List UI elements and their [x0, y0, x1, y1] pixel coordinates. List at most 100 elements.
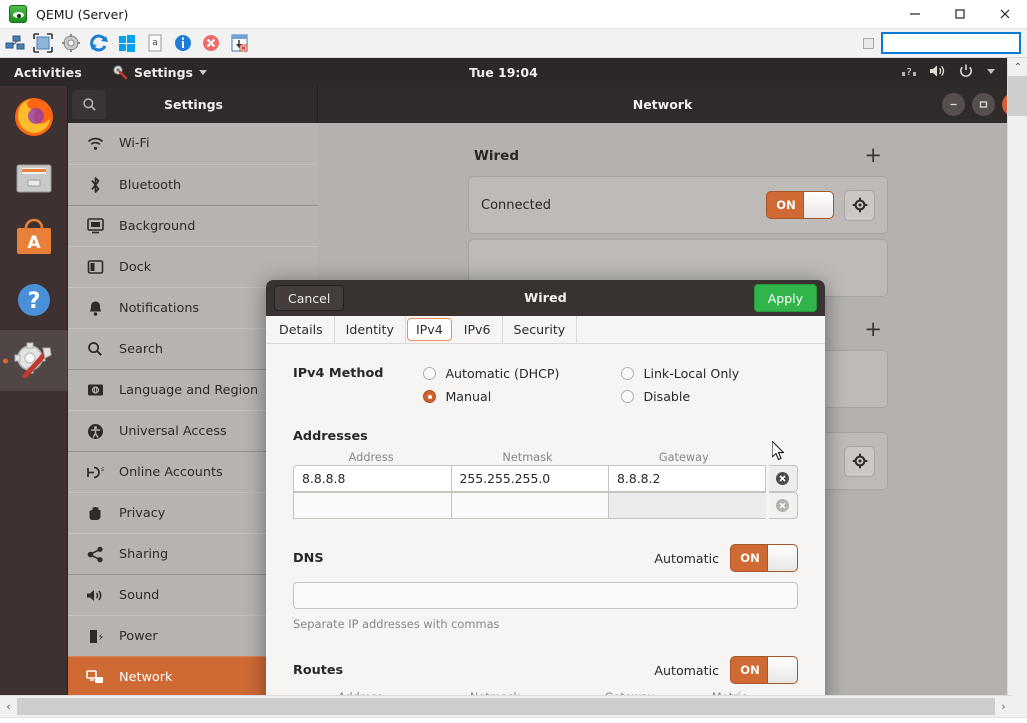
- chevron-down-icon[interactable]: [985, 65, 997, 80]
- tab-identity[interactable]: Identity: [335, 316, 406, 343]
- toggle-knob: [803, 192, 833, 218]
- svg-text:?: ?: [906, 67, 911, 78]
- volume-icon[interactable]: [929, 64, 947, 81]
- keyboard-icon[interactable]: a: [144, 32, 166, 54]
- radio-label: Link-Local Only: [643, 366, 739, 381]
- host-window-buttons: [892, 0, 1027, 29]
- dock-item-ubuntu-software[interactable]: A: [0, 208, 68, 269]
- netmask-input[interactable]: [451, 492, 609, 519]
- gear-icon[interactable]: [844, 446, 875, 477]
- gateway-input[interactable]: 8.8.8.2: [608, 465, 766, 492]
- activities-button[interactable]: Activities: [14, 65, 82, 80]
- settings-header-bar: Settings Network: [68, 86, 1007, 123]
- gear-icon[interactable]: [844, 190, 875, 221]
- radio-automatic-dhcp[interactable]: Automatic (DHCP): [423, 366, 621, 381]
- scroll-left-arrow[interactable]: ‹: [0, 696, 17, 718]
- power-icon[interactable]: [958, 63, 974, 82]
- wifi-icon: [85, 137, 105, 151]
- windows-icon[interactable]: [116, 32, 138, 54]
- wired-connection-card[interactable]: Connected ON: [468, 176, 888, 234]
- apply-button[interactable]: Apply: [754, 284, 817, 312]
- tab-ipv6[interactable]: IPv6: [453, 316, 503, 343]
- tab-ipv4[interactable]: IPv4: [407, 318, 452, 341]
- sidebar-item-label: Online Accounts: [119, 465, 223, 480]
- dns-automatic-label: Automatic: [654, 551, 719, 566]
- sidebar-item-background[interactable]: Background: [68, 205, 318, 246]
- gateway-input[interactable]: [608, 492, 766, 519]
- settings-tools-icon: [112, 64, 128, 80]
- connection-toggle[interactable]: ON: [766, 191, 834, 219]
- cancel-icon[interactable]: [200, 32, 222, 54]
- scroll-right-arrow[interactable]: ›: [995, 696, 1012, 718]
- dock-item-firefox[interactable]: [0, 86, 68, 147]
- radio-icon: [423, 367, 436, 380]
- remove-icon[interactable]: [769, 465, 799, 492]
- radio-manual[interactable]: Manual: [423, 389, 621, 404]
- info-icon[interactable]: [172, 32, 194, 54]
- sidebar-item-wi-fi[interactable]: Wi-Fi: [68, 123, 318, 164]
- guest-screen: Activities Settings Tue 19:04: [0, 58, 1007, 695]
- routes-automatic-control: Automatic ON: [654, 656, 798, 684]
- dialog-header: Cancel Wired Apply: [266, 280, 825, 316]
- dock-item-settings[interactable]: [0, 330, 68, 391]
- close-window-icon[interactable]: [228, 32, 250, 54]
- sidebar-item-label: Dock: [119, 260, 151, 275]
- add-connection-button[interactable]: +: [864, 145, 882, 166]
- scroll-up-arrow[interactable]: ⌃: [1008, 58, 1027, 76]
- toggle-knob: [767, 545, 797, 571]
- address-input[interactable]: [293, 492, 451, 519]
- tab-security[interactable]: Security: [503, 316, 578, 343]
- online-accounts-icon: s: [85, 465, 105, 480]
- scrollbar-corner: [1012, 695, 1027, 717]
- accessibility-icon[interactable]: ?: [902, 64, 918, 81]
- fullscreen-icon[interactable]: [32, 32, 54, 54]
- maximize-icon[interactable]: [937, 0, 982, 29]
- dock-item-files[interactable]: [0, 147, 68, 208]
- radio-link-local-only[interactable]: Link-Local Only: [621, 366, 798, 381]
- refresh-icon[interactable]: [88, 32, 110, 54]
- sidebar-title: Settings: [106, 97, 281, 112]
- maximize-icon[interactable]: [972, 93, 995, 116]
- toolbar-small-square[interactable]: [863, 38, 874, 49]
- sidebar-item-bluetooth[interactable]: Bluetooth: [68, 164, 318, 205]
- dock-item-help[interactable]: ?: [0, 269, 68, 330]
- horizontal-scroll-thumb[interactable]: [17, 698, 995, 715]
- bell-icon: [85, 300, 105, 317]
- svg-text:a: a: [152, 38, 158, 48]
- routes-automatic-toggle[interactable]: ON: [730, 656, 798, 684]
- toggle-knob: [767, 657, 797, 683]
- dns-automatic-control: Automatic ON: [654, 544, 798, 572]
- radio-icon: [423, 390, 436, 403]
- vertical-scrollbar[interactable]: ⌃: [1007, 58, 1027, 695]
- host-toolbar: a: [0, 29, 1027, 58]
- dns-automatic-toggle[interactable]: ON: [730, 544, 798, 572]
- network-icon[interactable]: [4, 32, 26, 54]
- sidebar-item-label: Sharing: [119, 547, 168, 562]
- sharing-icon: [85, 546, 105, 563]
- remove-icon[interactable]: [769, 492, 799, 519]
- routes-automatic-label: Automatic: [654, 663, 719, 678]
- radio-disable[interactable]: Disable: [621, 389, 798, 404]
- tab-details[interactable]: Details: [268, 316, 335, 343]
- app-menu-label: Settings: [134, 65, 193, 80]
- radio-label: Disable: [643, 389, 690, 404]
- toolbar-text-input[interactable]: [881, 32, 1021, 54]
- radio-icon: [621, 390, 634, 403]
- app-menu[interactable]: Settings: [112, 64, 207, 80]
- close-icon[interactable]: [982, 0, 1027, 29]
- minimize-icon[interactable]: [942, 93, 965, 116]
- dns-servers-input[interactable]: [293, 582, 798, 609]
- settings-gear-icon[interactable]: [60, 32, 82, 54]
- netmask-input[interactable]: 255.255.255.0: [451, 465, 609, 492]
- horizontal-scrollbar[interactable]: ‹ ›: [0, 695, 1012, 717]
- add-connection-button-2[interactable]: +: [864, 319, 882, 340]
- sidebar-item-label: Language and Region: [119, 383, 258, 398]
- address-input[interactable]: 8.8.8.8: [293, 465, 451, 492]
- radio-label: Automatic (DHCP): [445, 366, 559, 381]
- close-icon[interactable]: [1002, 93, 1007, 116]
- minimize-icon[interactable]: [892, 0, 937, 29]
- settings-header-left: Settings: [68, 86, 318, 123]
- search-icon[interactable]: [72, 90, 106, 119]
- vertical-scroll-thumb[interactable]: [1008, 76, 1027, 116]
- ubuntu-dock: A ?: [0, 86, 68, 695]
